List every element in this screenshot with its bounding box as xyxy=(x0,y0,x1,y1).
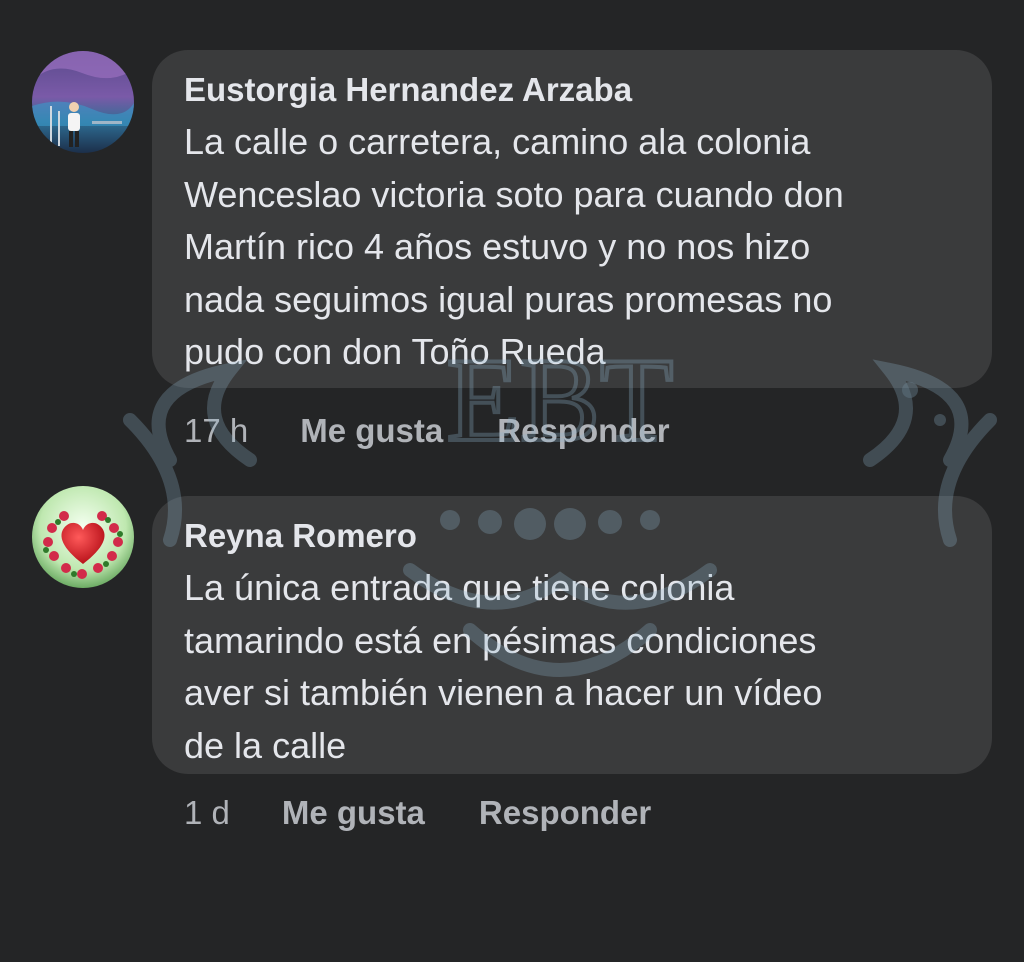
comment-actions: 17 h Me gusta Responder xyxy=(184,411,670,451)
comment-text: La calle o carretera, camino ala colonia… xyxy=(184,121,844,372)
avatar[interactable] xyxy=(32,486,134,588)
comment-text: La única entrada que tiene colonia tamar… xyxy=(184,567,823,766)
avatar-photo-icon xyxy=(32,51,134,153)
comment-author[interactable]: Reyna Romero xyxy=(184,514,962,558)
comment-bubble: Eustorgia Hernandez Arzaba La calle o ca… xyxy=(152,50,992,388)
comment-timestamp[interactable]: 17 h xyxy=(184,411,248,451)
like-button[interactable]: Me gusta xyxy=(300,411,443,451)
comment-author[interactable]: Eustorgia Hernandez Arzaba xyxy=(184,68,962,112)
comments-page: Eustorgia Hernandez Arzaba La calle o ca… xyxy=(0,0,1024,962)
reply-button[interactable]: Responder xyxy=(497,411,669,451)
avatar[interactable] xyxy=(32,51,134,153)
comment-bubble: Reyna Romero La única entrada que tiene … xyxy=(152,496,992,774)
like-button[interactable]: Me gusta xyxy=(282,793,425,833)
comment-timestamp[interactable]: 1 d xyxy=(184,793,230,833)
comment-actions: 1 d Me gusta Responder xyxy=(184,793,651,833)
heart-wreath-icon xyxy=(32,486,134,588)
reply-button[interactable]: Responder xyxy=(479,793,651,833)
